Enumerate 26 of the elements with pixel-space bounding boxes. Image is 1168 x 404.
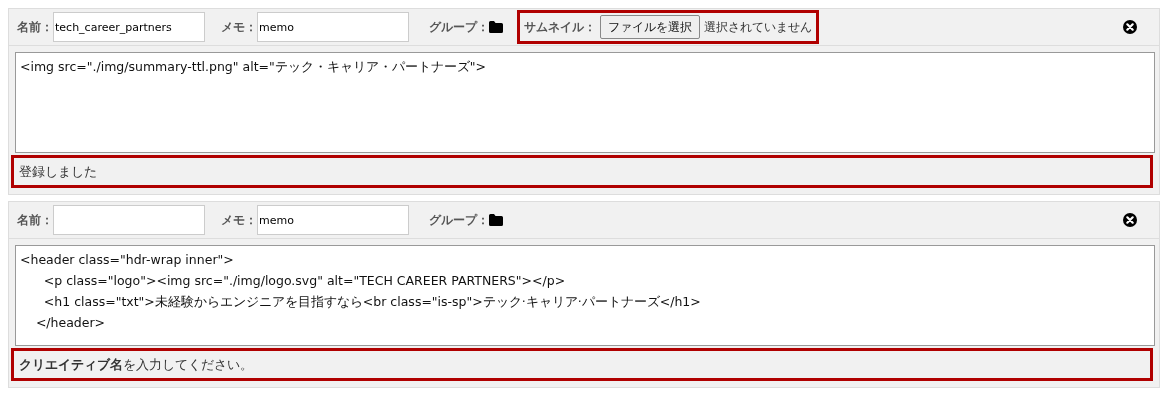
code-line: <img src="./img/summary-ttl.png" alt="テック・キャリア・パートナーズ"> [20, 58, 487, 76]
field-label: メモ： [221, 212, 257, 229]
field-label: グループ： [429, 19, 489, 36]
close-icon[interactable] [1123, 20, 1137, 34]
message-text: クリエイティブ名を入力してください。 [19, 355, 253, 374]
name-field[interactable] [53, 205, 205, 235]
field-label: 名前： [17, 212, 53, 229]
field-label: サムネイル： [524, 19, 596, 36]
field-label: メモ： [221, 19, 257, 36]
folder-icon[interactable] [489, 21, 503, 33]
field-label: グループ： [429, 212, 489, 229]
field-label: 名前： [17, 19, 53, 36]
memo-field[interactable]: memo [257, 12, 409, 42]
code-line: <p class="logo"><img src="./img/logo.svg" alt="TECH CAREER PARTNERS"></p> [42, 272, 567, 290]
file-status: 選択されていません [704, 19, 812, 36]
code-line: <h1 class="txt">未経験からエンジニアを目指すなら<br class="is-sp">テック·キャリア·パートナーズ</h1> [42, 293, 702, 311]
code-line: </header> [34, 314, 107, 332]
code-line: <header class="hdr-wrap inner"> [20, 251, 235, 269]
code-editor[interactable]: <img src="./img/summary-ttl.png" alt="テック・キャリア・パートナーズ"> [15, 52, 1155, 153]
name-field[interactable]: tech_career_partners [53, 12, 205, 42]
code-editor[interactable]: <header class="hdr-wrap inner"> <p class="logo"><img src="./img/logo.svg" alt="TECH CAREER PARTNERS"></p> <h1 class="txt">未経験からエンジニアを目指すなら<br class="is-sp">テック·キャリア·パートナーズ</h1> </header> [15, 245, 1155, 346]
close-icon[interactable] [1123, 213, 1137, 227]
message-text: 登録しました [19, 162, 97, 181]
memo-field[interactable]: memo [257, 205, 409, 235]
folder-icon[interactable] [489, 214, 503, 226]
file-button[interactable]: ファイルを選択 [600, 15, 700, 39]
